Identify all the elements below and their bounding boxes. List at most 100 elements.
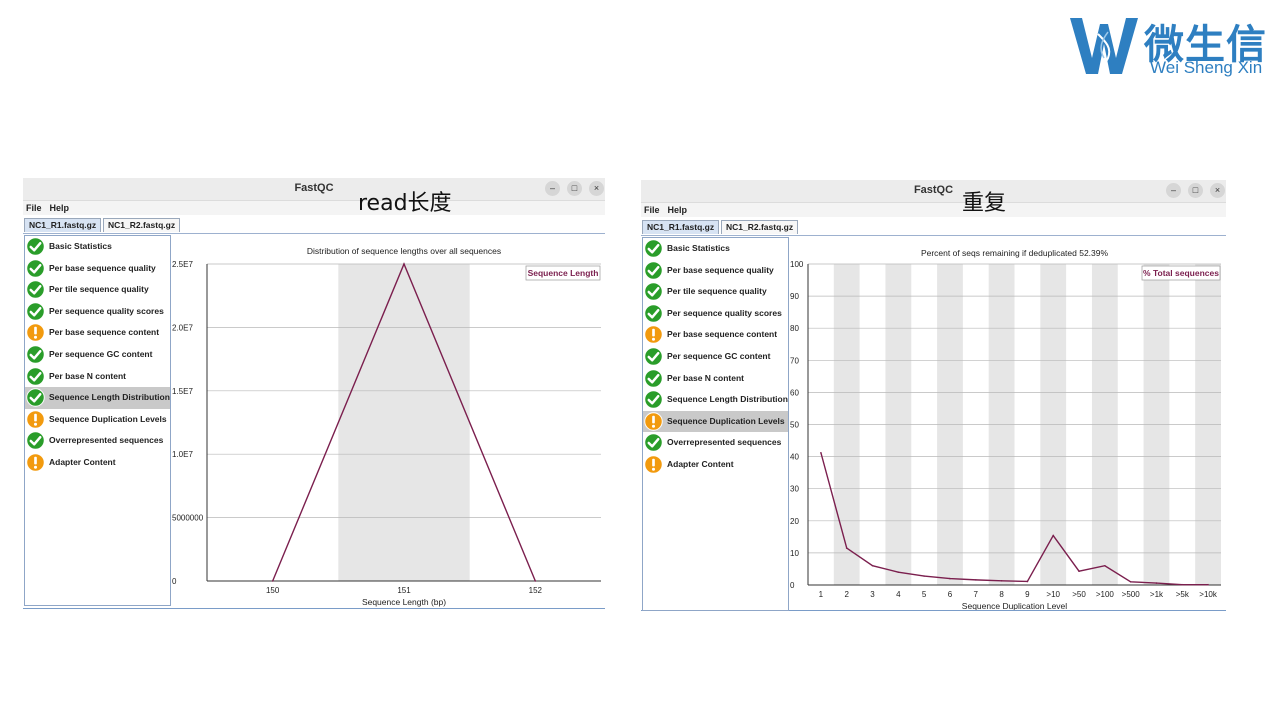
x-tick-label: 9 bbox=[1025, 590, 1030, 599]
pass-check-icon bbox=[644, 304, 663, 323]
close-button[interactable]: × bbox=[589, 181, 604, 196]
module-item-per-tile-sequence-quality[interactable]: Per tile sequence quality bbox=[25, 279, 170, 301]
window-title: FastQC bbox=[913, 184, 954, 196]
file-tabs: NC1_R1.fastq.gz NC1_R2.fastq.gz bbox=[641, 219, 1226, 236]
label-duplication: 重复 bbox=[962, 191, 1007, 216]
y-tick-label: 5000000 bbox=[172, 514, 204, 523]
pass-check-icon bbox=[26, 366, 45, 386]
module-item-sequence-length-distribution[interactable]: Sequence Length Distribution bbox=[25, 387, 170, 409]
module-item-basic-statistics[interactable]: Basic Statistics bbox=[25, 236, 170, 258]
y-tick-label: 70 bbox=[790, 356, 799, 365]
maximize-button[interactable]: □ bbox=[567, 181, 582, 196]
minimize-button[interactable]: – bbox=[545, 181, 560, 196]
module-item-basic-statistics[interactable]: Basic Statistics bbox=[643, 238, 788, 260]
logo-english-text: Wei Sheng Xin bbox=[1150, 58, 1263, 77]
menu-file[interactable]: File bbox=[644, 205, 660, 215]
menu-file[interactable]: File bbox=[26, 203, 42, 213]
pass-check-icon bbox=[26, 431, 45, 451]
module-item-per-base-sequence-content[interactable]: Per base sequence content bbox=[643, 324, 788, 346]
module-item-per-sequence-quality-scores[interactable]: Per sequence quality scores bbox=[25, 301, 170, 323]
module-label: Per tile sequence quality bbox=[49, 284, 149, 295]
menu-bar: File Help bbox=[23, 201, 605, 215]
module-item-per-sequence-quality-scores[interactable]: Per sequence quality scores bbox=[643, 303, 788, 325]
warning-icon bbox=[644, 412, 663, 431]
y-tick-label: 0 bbox=[790, 581, 795, 590]
module-item-adapter-content[interactable]: Adapter Content bbox=[643, 454, 788, 476]
warning-icon bbox=[26, 323, 45, 343]
x-axis-label: Sequence Duplication Level bbox=[962, 601, 1067, 610]
x-tick-label: 2 bbox=[844, 590, 849, 599]
legend: % Total sequences bbox=[1141, 265, 1221, 281]
module-item-adapter-content[interactable]: Adapter Content bbox=[25, 452, 170, 474]
module-item-per-base-n-content[interactable]: Per base N content bbox=[643, 368, 788, 390]
x-tick-label: 4 bbox=[896, 590, 901, 599]
tab-nc1-r1[interactable]: NC1_R1.fastq.gz bbox=[642, 220, 720, 234]
x-tick-label: >5k bbox=[1176, 590, 1190, 599]
tab-nc1-r2[interactable]: NC1_R2.fastq.gz bbox=[103, 218, 181, 232]
module-label: Per base N content bbox=[49, 370, 126, 381]
pass-check-icon bbox=[644, 282, 663, 301]
pass-check-icon bbox=[26, 280, 45, 299]
module-label: Per base N content bbox=[667, 372, 744, 383]
tab-nc1-r1[interactable]: NC1_R1.fastq.gz bbox=[24, 218, 102, 232]
x-tick-label: 150 bbox=[266, 586, 280, 595]
module-label: Sequence Duplication Levels bbox=[49, 413, 167, 424]
module-item-sequence-length-distribution[interactable]: Sequence Length Distribution bbox=[643, 389, 788, 411]
module-item-per-sequence-gc-content[interactable]: Per sequence GC content bbox=[643, 346, 788, 368]
tab-nc1-r2[interactable]: NC1_R2.fastq.gz bbox=[721, 220, 799, 234]
close-button[interactable]: × bbox=[1210, 183, 1225, 198]
data-point bbox=[949, 577, 951, 580]
y-tick-label: 0 bbox=[172, 577, 177, 586]
data-point bbox=[1207, 583, 1209, 586]
module-list: Basic Statistics Per base sequence qualit… bbox=[24, 235, 171, 606]
menu-help[interactable]: Help bbox=[50, 203, 70, 213]
data-point bbox=[871, 564, 874, 567]
module-item-per-base-n-content[interactable]: Per base N content bbox=[25, 366, 170, 388]
sequence-length-chart: 0 5000000 1.0E7 1.5E7 2.0E7 2.5E7 150 151 152 Dis… bbox=[172, 246, 601, 607]
logo-w-icon bbox=[1070, 18, 1138, 75]
y-tick-label: 20 bbox=[790, 517, 799, 526]
module-label: Overrepresented sequences bbox=[49, 435, 164, 446]
warning-icon bbox=[26, 410, 45, 429]
maximize-button[interactable]: □ bbox=[1188, 183, 1203, 198]
legend-entry: Sequence Length bbox=[528, 268, 599, 278]
data-point bbox=[820, 451, 822, 454]
module-item-per-base-sequence-quality[interactable]: Per base sequence quality bbox=[25, 258, 170, 280]
module-label: Overrepresented sequences bbox=[667, 437, 782, 448]
x-tick-label: >10 bbox=[1046, 590, 1060, 599]
pass-check-icon bbox=[644, 368, 663, 388]
chart-title: Distribution of sequence lengths over al… bbox=[307, 246, 501, 256]
module-item-overrepresented-sequences[interactable]: Overrepresented sequences bbox=[25, 430, 170, 452]
module-label: Per base sequence content bbox=[667, 329, 778, 340]
data-point bbox=[845, 547, 848, 549]
y-tick-label: 100 bbox=[790, 260, 804, 269]
module-label: Per sequence quality scores bbox=[667, 307, 782, 318]
legend: Sequence Length bbox=[525, 265, 601, 281]
data-point bbox=[271, 580, 274, 582]
menu-help[interactable]: Help bbox=[668, 205, 688, 215]
x-tick-label: 8 bbox=[999, 590, 1004, 599]
wei-sheng-xin-logo: 微生信 Wei Sheng Xin bbox=[1068, 10, 1274, 78]
y-tick-label: 30 bbox=[790, 485, 799, 494]
x-tick-label: >10k bbox=[1199, 590, 1218, 599]
x-tick-label: 3 bbox=[870, 590, 875, 599]
module-item-per-base-sequence-content[interactable]: Per base sequence content bbox=[25, 322, 170, 344]
module-label: Adapter Content bbox=[667, 458, 734, 469]
category-band bbox=[338, 264, 470, 581]
minimize-button[interactable]: – bbox=[1166, 183, 1181, 198]
module-label: Basic Statistics bbox=[667, 243, 730, 253]
pass-check-icon bbox=[26, 302, 45, 321]
module-item-sequence-duplication-levels[interactable]: Sequence Duplication Levels bbox=[25, 409, 170, 431]
x-tick-label: 152 bbox=[529, 586, 543, 595]
module-label: Per base sequence content bbox=[49, 327, 160, 338]
pass-check-icon bbox=[26, 258, 45, 278]
module-item-per-tile-sequence-quality[interactable]: Per tile sequence quality bbox=[643, 281, 788, 303]
module-item-sequence-duplication-levels[interactable]: Sequence Duplication Levels bbox=[643, 410, 788, 433]
module-item-per-sequence-gc-content[interactable]: Per sequence GC content bbox=[25, 344, 170, 366]
x-tick-label: >1k bbox=[1150, 590, 1164, 599]
data-point bbox=[1104, 564, 1106, 567]
data-point bbox=[1078, 570, 1080, 572]
module-item-per-base-sequence-quality[interactable]: Per base sequence quality bbox=[643, 260, 788, 282]
module-item-overrepresented-sequences[interactable]: Overrepresented sequences bbox=[643, 432, 788, 454]
warning-icon bbox=[26, 453, 45, 472]
